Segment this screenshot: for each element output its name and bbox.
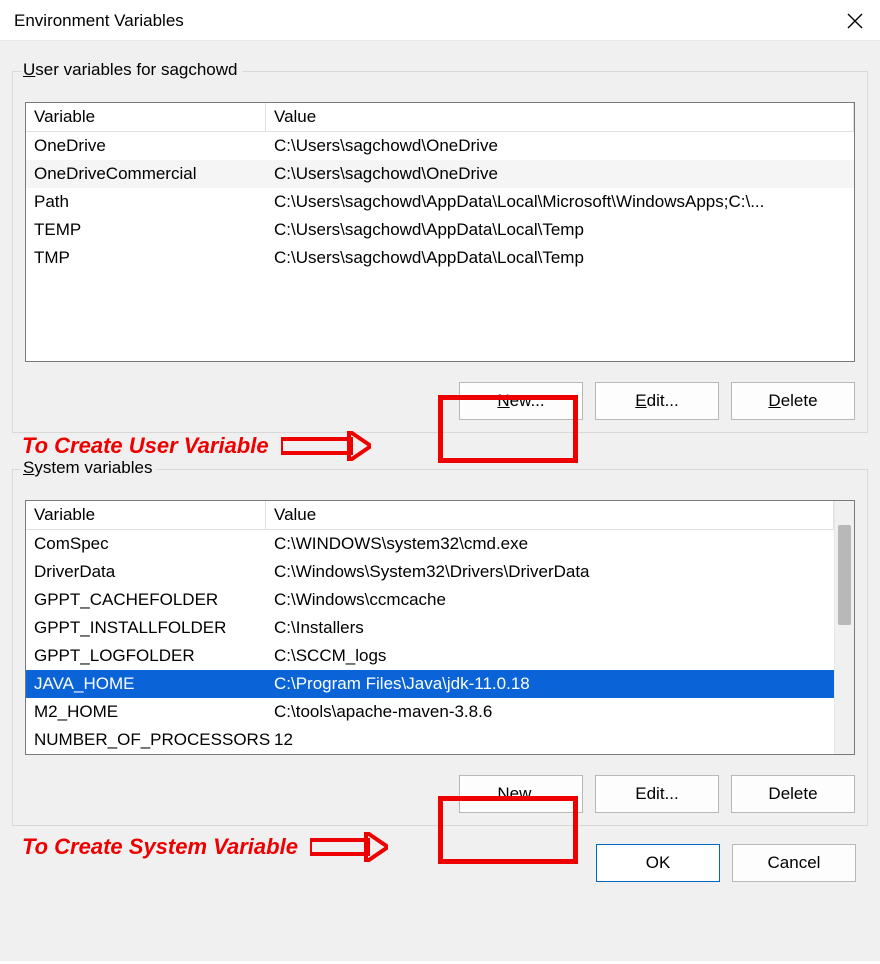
cell-variable: TEMP: [26, 216, 266, 244]
dialog-body: User variables for sagchowd Variable Val…: [0, 41, 880, 961]
table-row[interactable]: M2_HOMEC:\tools\apache-maven-3.8.6: [26, 698, 834, 726]
table-row[interactable]: TMPC:\Users\sagchowd\AppData\Local\Temp: [26, 244, 854, 272]
system-variables-label: System variables: [21, 458, 156, 478]
scrollbar[interactable]: [834, 501, 854, 754]
close-icon[interactable]: [844, 10, 866, 32]
table-row[interactable]: ComSpecC:\WINDOWS\system32\cmd.exe: [26, 530, 834, 558]
cancel-button[interactable]: Cancel: [732, 844, 856, 882]
table-row[interactable]: OneDriveCommercialC:\Users\sagchowd\OneD…: [26, 160, 854, 188]
cell-value: C:\Users\sagchowd\AppData\Local\Temp: [266, 216, 854, 244]
system-new-button[interactable]: New...: [459, 775, 583, 813]
cell-variable: DriverData: [26, 558, 266, 586]
cell-value: C:\tools\apache-maven-3.8.6: [266, 698, 834, 726]
user-new-button[interactable]: New...: [459, 382, 583, 420]
system-delete-button[interactable]: Delete: [731, 775, 855, 813]
titlebar: Environment Variables: [0, 0, 880, 41]
cell-value: C:\Users\sagchowd\AppData\Local\Microsof…: [266, 188, 854, 216]
arrow-right-icon: [281, 431, 371, 461]
cell-value: C:\Windows\ccmcache: [266, 586, 834, 614]
user-variables-label: User variables for sagchowd: [21, 60, 242, 80]
scrollbar-thumb[interactable]: [838, 525, 851, 625]
user-edit-button[interactable]: Edit...: [595, 382, 719, 420]
cell-variable: OneDriveCommercial: [26, 160, 266, 188]
cell-variable: ComSpec: [26, 530, 266, 558]
footer-buttons: OK Cancel: [12, 826, 868, 882]
system-edit-button[interactable]: Edit...: [595, 775, 719, 813]
cell-variable: NUMBER_OF_PROCESSORS: [26, 726, 266, 754]
cell-value: 12: [266, 726, 834, 754]
cell-variable: GPPT_CACHEFOLDER: [26, 586, 266, 614]
col-header-value[interactable]: Value: [266, 501, 834, 529]
user-buttons-row: New... Edit... Delete: [25, 362, 855, 420]
table-row[interactable]: OneDriveC:\Users\sagchowd\OneDrive: [26, 132, 854, 160]
table-header: Variable Value: [26, 501, 834, 530]
cell-value: C:\Users\sagchowd\OneDrive: [266, 160, 854, 188]
cell-value: C:\WINDOWS\system32\cmd.exe: [266, 530, 834, 558]
table-row[interactable]: JAVA_HOMEC:\Program Files\Java\jdk-11.0.…: [26, 670, 834, 698]
cell-value: C:\Windows\System32\Drivers\DriverData: [266, 558, 834, 586]
cell-value: C:\Users\sagchowd\OneDrive: [266, 132, 854, 160]
system-variables-table[interactable]: Variable Value ComSpecC:\WINDOWS\system3…: [25, 500, 855, 755]
cell-variable: M2_HOME: [26, 698, 266, 726]
user-variables-group: User variables for sagchowd Variable Val…: [12, 71, 868, 433]
col-header-variable[interactable]: Variable: [26, 501, 266, 529]
table-row[interactable]: NUMBER_OF_PROCESSORS12: [26, 726, 834, 754]
cell-variable: JAVA_HOME: [26, 670, 266, 698]
cell-value: C:\Users\sagchowd\AppData\Local\Temp: [266, 244, 854, 272]
table-row[interactable]: DriverDataC:\Windows\System32\Drivers\Dr…: [26, 558, 834, 586]
col-header-value[interactable]: Value: [266, 103, 854, 131]
user-delete-button[interactable]: Delete: [731, 382, 855, 420]
cell-variable: TMP: [26, 244, 266, 272]
user-variables-table[interactable]: Variable Value OneDriveC:\Users\sagchowd…: [25, 102, 855, 362]
col-header-variable[interactable]: Variable: [26, 103, 266, 131]
table-row[interactable]: TEMPC:\Users\sagchowd\AppData\Local\Temp: [26, 216, 854, 244]
table-row[interactable]: GPPT_CACHEFOLDERC:\Windows\ccmcache: [26, 586, 834, 614]
cell-variable: GPPT_LOGFOLDER: [26, 642, 266, 670]
table-row[interactable]: PathC:\Users\sagchowd\AppData\Local\Micr…: [26, 188, 854, 216]
cell-variable: OneDrive: [26, 132, 266, 160]
cell-value: C:\SCCM_logs: [266, 642, 834, 670]
cell-variable: Path: [26, 188, 266, 216]
cell-value: C:\Installers: [266, 614, 834, 642]
table-row[interactable]: GPPT_LOGFOLDERC:\SCCM_logs: [26, 642, 834, 670]
annotation-user: To Create User Variable: [22, 431, 371, 461]
ok-button[interactable]: OK: [596, 844, 720, 882]
table-row[interactable]: GPPT_INSTALLFOLDERC:\Installers: [26, 614, 834, 642]
page-title: Environment Variables: [14, 11, 184, 31]
cell-variable: GPPT_INSTALLFOLDER: [26, 614, 266, 642]
table-header: Variable Value: [26, 103, 854, 132]
system-variables-group: System variables Variable Value ComSpecC…: [12, 469, 868, 826]
system-buttons-row: New... Edit... Delete: [25, 755, 855, 813]
cell-value: C:\Program Files\Java\jdk-11.0.18: [266, 670, 834, 698]
